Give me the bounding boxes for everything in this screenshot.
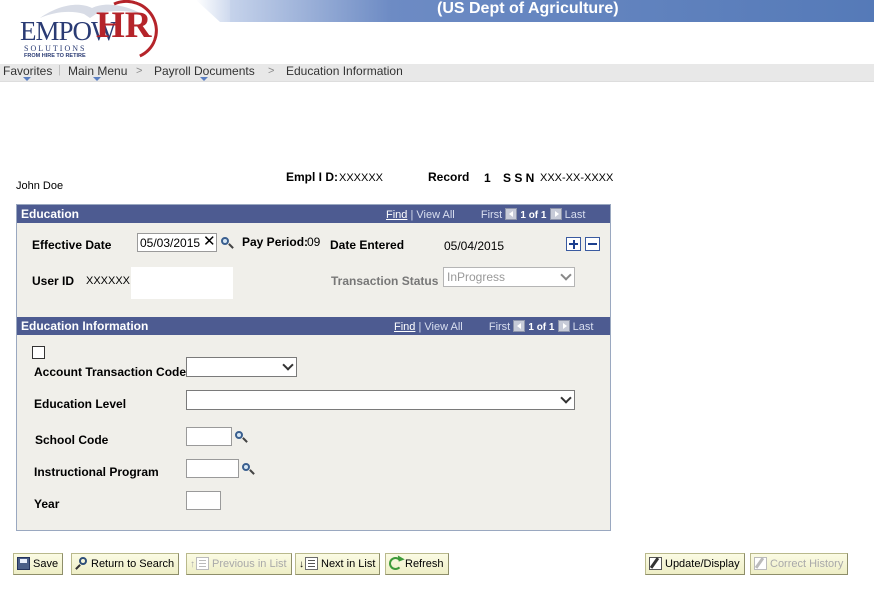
- year-input[interactable]: [186, 491, 221, 510]
- ssn-label: S S N: [503, 171, 535, 185]
- account-transaction-code-select[interactable]: [186, 357, 297, 377]
- education-panel-header: Education Find | View All First 1 of 1 L…: [17, 205, 610, 223]
- pencil-icon: [754, 557, 767, 570]
- down-arrow-icon: ↓: [299, 559, 304, 570]
- chevron-down-icon: [282, 359, 294, 371]
- refresh-label: Refresh: [405, 558, 444, 570]
- instructional-program-input[interactable]: [186, 459, 239, 478]
- view-all-link[interactable]: View All: [416, 209, 454, 221]
- save-icon: [17, 557, 30, 570]
- previous-row-icon[interactable]: [505, 208, 518, 220]
- favorites-caret-icon[interactable]: [23, 77, 31, 81]
- add-row-icon[interactable]: [566, 237, 581, 251]
- first-label: First: [488, 321, 511, 333]
- chevron-down-icon: [560, 392, 572, 404]
- education-info-panel-header: Education Information Find | View All Fi…: [17, 317, 610, 335]
- user-id-label: User ID: [32, 274, 75, 288]
- user-id-blank-area: [131, 267, 233, 299]
- education-info-panel-title: Education Information: [21, 319, 149, 333]
- chevron-down-icon: [560, 269, 572, 281]
- transaction-status-label: Transaction Status: [331, 274, 439, 288]
- breadcrumb-chevron-icon: >: [268, 65, 275, 77]
- record-label: Record: [428, 170, 470, 184]
- previous-row-icon[interactable]: [513, 320, 526, 332]
- transaction-status-select[interactable]: InProgress: [443, 267, 575, 287]
- education-row-nav: Find | View All First 1 of 1 Last: [386, 208, 585, 221]
- save-button[interactable]: Save: [13, 553, 64, 575]
- education-panel: Education Find | View All First 1 of 1 L…: [16, 204, 611, 531]
- instructional-program-label: Instructional Program: [34, 465, 159, 479]
- view-all-link[interactable]: View All: [424, 321, 462, 333]
- breadcrumb: Favorites | Main Menu > Payroll Document…: [0, 64, 874, 82]
- education-level-label: Education Level: [34, 397, 127, 411]
- logo-hr-text: HR: [96, 5, 152, 46]
- breadcrumb-chevron-icon: >: [136, 65, 143, 77]
- next-row-icon[interactable]: [549, 208, 562, 220]
- pay-period-label: Pay Period:: [242, 235, 309, 249]
- record-value: 1: [484, 171, 491, 185]
- search-icon: [75, 557, 88, 570]
- nav-current-page: Education Information: [286, 64, 403, 78]
- last-label: Last: [564, 209, 586, 221]
- pencil-icon: [649, 557, 662, 570]
- next-in-list-label: Next in List: [321, 558, 376, 570]
- next-row-icon[interactable]: [557, 320, 570, 332]
- ssn-value: XXX-XX-XXXX: [540, 172, 614, 184]
- update-display-button[interactable]: Update/Display: [645, 553, 745, 575]
- employee-name: John Doe: [16, 180, 64, 192]
- empl-id-value: XXXXXX: [339, 172, 384, 184]
- effective-date-label: Effective Date: [32, 238, 112, 252]
- find-link[interactable]: Find: [394, 321, 415, 333]
- next-in-list-button[interactable]: ↓ Next in List: [295, 553, 381, 575]
- effective-date-lookup-icon[interactable]: [220, 236, 234, 250]
- find-link[interactable]: Find: [386, 209, 407, 221]
- instructional-program-lookup-icon[interactable]: [241, 462, 255, 476]
- nav-divider: |: [58, 64, 61, 76]
- select-checkbox[interactable]: [32, 346, 45, 359]
- up-arrow-icon: ↑: [190, 559, 195, 570]
- date-entered-value: 05/04/2015: [444, 239, 505, 253]
- save-label: Save: [33, 558, 59, 570]
- clear-date-icon[interactable]: ✕: [203, 233, 216, 250]
- previous-in-list-button[interactable]: ↑ Previous in List: [186, 553, 292, 575]
- transaction-status-value: InProgress: [447, 270, 506, 284]
- logo-solutions-text: SOLUTIONS: [24, 44, 87, 53]
- empl-id-label: Empl I D:: [286, 170, 339, 184]
- date-entered-label: Date Entered: [330, 238, 405, 252]
- pay-period-value: 09: [307, 235, 321, 249]
- logo: EMPOW HR SOLUTIONS FROM HIRE TO RETIRE: [0, 0, 230, 69]
- logo-tagline-text: FROM HIRE TO RETIRE: [24, 53, 86, 59]
- last-label: Last: [572, 321, 594, 333]
- main-menu-caret-icon[interactable]: [93, 77, 101, 81]
- list-icon: [196, 557, 209, 570]
- delete-row-icon[interactable]: [585, 237, 600, 251]
- list-icon: [305, 557, 318, 570]
- education-info-row-nav: Find | View All First 1 of 1 Last: [394, 320, 593, 333]
- update-display-label: Update/Display: [665, 558, 740, 570]
- account-transaction-code-label: Account Transaction Code: [34, 365, 187, 379]
- row-count: 1 of 1: [528, 322, 555, 333]
- user-id-value: XXXXXX: [86, 275, 131, 287]
- school-code-label: School Code: [35, 433, 109, 447]
- school-code-input[interactable]: [186, 427, 232, 446]
- return-to-search-label: Return to Search: [91, 558, 175, 570]
- refresh-icon: [389, 557, 402, 570]
- education-level-select[interactable]: [186, 390, 575, 410]
- org-title: (US Dept of Agriculture): [437, 0, 619, 17]
- previous-in-list-label: Previous in List: [212, 558, 287, 570]
- refresh-button[interactable]: Refresh: [385, 553, 449, 575]
- school-code-lookup-icon[interactable]: [234, 430, 248, 444]
- payroll-caret-icon[interactable]: [200, 77, 208, 81]
- first-label: First: [480, 209, 503, 221]
- correct-history-button[interactable]: Correct History: [750, 553, 849, 575]
- return-to-search-button[interactable]: Return to Search: [71, 553, 180, 575]
- education-panel-title: Education: [21, 207, 80, 221]
- year-label: Year: [34, 497, 60, 511]
- row-count: 1 of 1: [520, 210, 547, 221]
- correct-history-label: Correct History: [770, 558, 844, 570]
